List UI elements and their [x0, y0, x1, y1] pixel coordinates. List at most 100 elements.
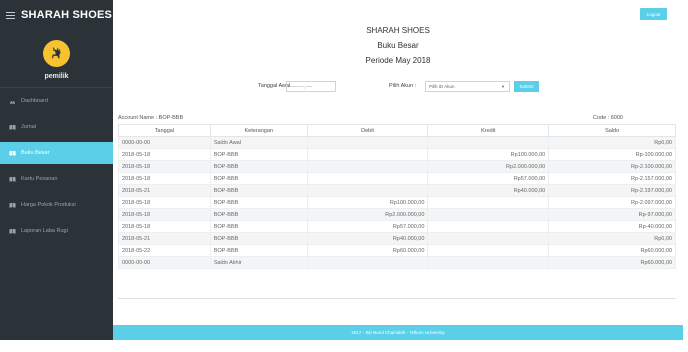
- sidebar: SHARAH SHOES pemilik Dashboard Jurnal Bu…: [0, 0, 113, 340]
- cell-kredit: [427, 256, 550, 269]
- cell-date: 2018-05-18: [118, 220, 211, 233]
- chevron-down-icon: ▼: [501, 84, 505, 89]
- table-row: 2018-05-18 BOP-BBB Rp57.000,00 Rp-40.000…: [118, 220, 676, 233]
- ledger-table: Tanggal Keterangan Debit Kredit Saldo 00…: [118, 124, 676, 269]
- avatar: [43, 40, 70, 67]
- table-row: 2018-05-21 BOP-BBB Rp40.000,00 Rp0,00: [118, 232, 676, 245]
- sidebar-item-jurnal[interactable]: Jurnal: [0, 116, 113, 138]
- cell-date: 2018-05-21: [118, 232, 211, 245]
- sidebar-item-harga-pokok-produksi[interactable]: Harga Pokok Produksi: [0, 194, 113, 216]
- table-row: 2018-05-21 BOP-BBB Rp40.000,00 Rp-2.197.…: [118, 184, 676, 197]
- account-select[interactable]: Pilih ID Akun ▼: [425, 81, 510, 92]
- deer-icon: [51, 47, 61, 59]
- sidebar-item-dashboard[interactable]: Dashboard: [0, 90, 113, 112]
- cell-description: BOP-BBB: [209, 148, 308, 161]
- table-row: 2018-05-18 BOP-BBB Rp2.000.000,00 Rp-2.1…: [118, 160, 676, 173]
- table-row: 0000-00-00 Saldo Akhir Rp60.000,00: [118, 256, 676, 269]
- cell-kredit: [427, 220, 550, 233]
- table-row: 2018-05-18 BOP-BBB Rp2.000.000,00 Rp-97.…: [118, 208, 676, 221]
- column-header-tanggal: Tanggal: [118, 124, 211, 137]
- cell-debit: Rp100.000,00: [306, 196, 429, 209]
- column-header-kredit: Kredit: [427, 124, 550, 137]
- cell-date: 2018-05-18: [118, 196, 211, 209]
- menu-toggle-icon[interactable]: [6, 11, 15, 19]
- cell-kredit: [427, 232, 550, 245]
- book-icon: [9, 202, 16, 208]
- cell-date: 2018-05-18: [118, 208, 211, 221]
- cell-kredit: [427, 208, 550, 221]
- table-row: 2018-05-18 BOP-BBB Rp57.000,00 Rp-2.157.…: [118, 172, 676, 185]
- account-select-value: Pilih ID Akun: [429, 84, 455, 89]
- table-row: 0000-00-00 Saldo Awal Rp0,00: [118, 136, 676, 149]
- cell-debit: [306, 256, 429, 269]
- table-row: 2018-05-22 BOP-BBB Rp60.000,00 Rp60.000,…: [118, 244, 676, 257]
- brand: SHARAH SHOES: [6, 8, 112, 22]
- cell-description: BOP-BBB: [209, 172, 308, 185]
- submit-button[interactable]: Submit: [514, 81, 539, 92]
- cell-date: 2018-05-22: [118, 244, 211, 257]
- cell-saldo: Rp-97.000,00: [548, 208, 676, 221]
- sidebar-item-kartu-pesanan[interactable]: Kartu Pesanan: [0, 168, 113, 190]
- sidebar-item-label: Jurnal: [21, 124, 36, 130]
- book-icon: [9, 124, 16, 130]
- table-row: 2018-05-18 BOP-BBB Rp100.000,00 Rp-100.0…: [118, 148, 676, 161]
- period-label: Periode May 2018: [365, 56, 431, 65]
- cell-saldo: Rp-2.097.000,00: [548, 196, 676, 209]
- cell-kredit: Rp2.000.000,00: [427, 160, 550, 173]
- sidebar-item-label: Laporan Laba Rugi: [21, 228, 68, 234]
- cell-debit: [306, 172, 429, 185]
- footer: 2017 - Siti Nurul Chamidah - Telkom Univ…: [113, 325, 683, 340]
- cell-saldo: Rp-100.000,00: [548, 148, 676, 161]
- table-row: 2018-05-18 BOP-BBB Rp100.000,00 Rp-2.097…: [118, 196, 676, 209]
- sidebar-item-buku-besar[interactable]: Buku Besar: [0, 142, 113, 164]
- cell-date: 0000-00-00: [118, 256, 211, 269]
- cell-saldo: Rp-2.197.000,00: [548, 184, 676, 197]
- table-header-row: Tanggal Keterangan Debit Kredit Saldo: [118, 124, 676, 137]
- cell-date: 2018-05-21: [118, 184, 211, 197]
- profile-name: pemilik: [44, 73, 69, 80]
- sidebar-item-label: Dashboard: [21, 98, 48, 104]
- account-name: Account Name : BOP-BBB: [118, 115, 184, 121]
- book-icon: [9, 228, 16, 234]
- cell-description: Saldo Awal: [209, 136, 308, 149]
- cell-kredit: Rp57.000,00: [427, 172, 550, 185]
- sidebar-item-label: Kartu Pesanan: [21, 176, 58, 182]
- cell-description: BOP-BBB: [209, 232, 308, 245]
- page-title: Buku Besar: [377, 41, 419, 50]
- cell-kredit: Rp100.000,00: [427, 148, 550, 161]
- cell-date: 0000-00-00: [118, 136, 211, 149]
- sidebar-item-label: Buku Besar: [21, 150, 50, 156]
- cell-saldo: Rp0,00: [548, 136, 676, 149]
- account-code: Code : 6000: [593, 115, 623, 121]
- sidebar-divider: [0, 87, 113, 88]
- cell-saldo: Rp60.000,00: [548, 256, 676, 269]
- sidebar-menu: Dashboard Jurnal Buku Besar Kartu Pesana…: [0, 90, 113, 246]
- cell-saldo: Rp-40.000,00: [548, 220, 676, 233]
- cell-debit: [306, 148, 429, 161]
- cell-saldo: Rp60.000,00: [548, 244, 676, 257]
- filter-form: Tanggal Awal ---------, ---- Pilih Akun …: [113, 81, 683, 93]
- cell-date: 2018-05-18: [118, 160, 211, 173]
- column-header-keterangan: Keterangan: [209, 124, 308, 137]
- cell-debit: [306, 136, 429, 149]
- cell-debit: [306, 160, 429, 173]
- dashboard-icon: [9, 98, 16, 104]
- main-content: Logout SHARAH SHOES Buku Besar Periode M…: [113, 0, 683, 340]
- column-header-debit: Debit: [306, 124, 429, 137]
- cell-saldo: Rp-2.100.000,00: [548, 160, 676, 173]
- cell-description: BOP-BBB: [209, 220, 308, 233]
- account-info: Account Name : BOP-BBB Code : 6000: [118, 114, 676, 123]
- sidebar-item-label: Harga Pokok Produksi: [21, 202, 76, 208]
- start-date-input[interactable]: ---------, ----: [286, 81, 336, 92]
- logout-button[interactable]: Logout: [640, 8, 667, 20]
- sidebar-item-laporan-laba-rugi[interactable]: Laporan Laba Rugi: [0, 220, 113, 242]
- cell-description: BOP-BBB: [209, 160, 308, 173]
- cell-debit: Rp60.000,00: [306, 244, 429, 257]
- book-icon: [9, 150, 16, 156]
- cell-kredit: [427, 196, 550, 209]
- report-header: SHARAH SHOES Buku Besar Periode May 2018: [113, 23, 683, 68]
- cell-description: BOP-BBB: [209, 208, 308, 221]
- cell-kredit: Rp40.000,00: [427, 184, 550, 197]
- company-name: SHARAH SHOES: [366, 26, 430, 35]
- cell-description: BOP-BBB: [209, 196, 308, 209]
